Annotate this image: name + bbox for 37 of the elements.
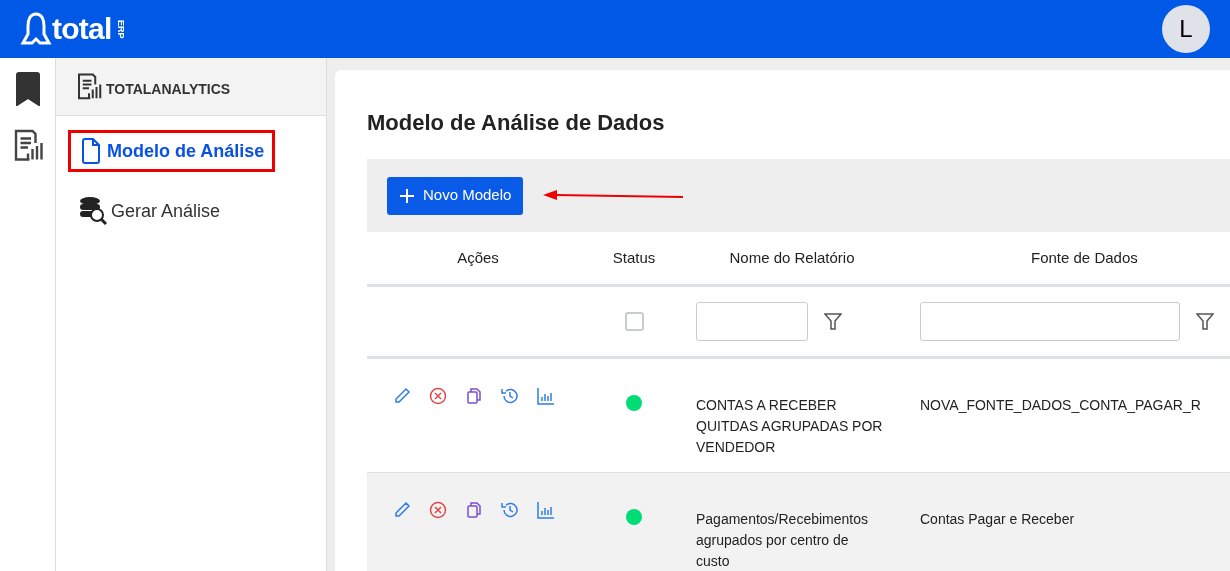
page-title: Modelo de Análise de Dados: [367, 109, 666, 137]
bar-chart-icon[interactable]: [537, 501, 555, 519]
cancel-icon[interactable]: [429, 501, 447, 519]
sidebar-item[interactable]: Gerar Análise: [68, 190, 232, 232]
report-name-cell-text: CONTAS A RECEBER QUITDAS AGRUPADAS POR VENDEDOR: [696, 396, 884, 457]
filter-icon[interactable]: [1196, 312, 1214, 331]
column-header: Fonte de Dados: [1030, 247, 1139, 268]
bell-logo-icon: [20, 11, 52, 47]
edit-icon[interactable]: [393, 387, 411, 405]
edit-icon[interactable]: [393, 501, 411, 519]
source-filter-field[interactable]: [920, 302, 1180, 341]
bookmark-icon[interactable]: [14, 72, 41, 106]
cancel-icon[interactable]: [429, 387, 447, 405]
history-icon[interactable]: [501, 501, 519, 519]
history-icon[interactable]: [501, 387, 519, 405]
column-header: Nome do Relatório: [728, 247, 856, 268]
copy-icon[interactable]: [465, 501, 483, 519]
data-source-cell-text: NOVA_FONTE_DADOS_CONTA_PAGAR_R: [920, 396, 1202, 415]
new-model-button[interactable]: Novo Modelo: [387, 176, 524, 215]
data-source-cell-text: Contas Pagar e Receber: [920, 510, 1076, 529]
filter-icon[interactable]: [824, 312, 842, 331]
table-row[interactable]: Pagamentos/Recebimentos agrupados por centro de custo Contas Pagar e Receber: [367, 473, 1230, 571]
logo-suffix-text: ERP: [115, 19, 128, 39]
copy-icon[interactable]: [465, 387, 483, 405]
document-icon: [79, 138, 103, 164]
name-filter-field[interactable]: [696, 302, 808, 341]
database-search-icon: [79, 196, 107, 226]
logo-text: total: [52, 14, 112, 44]
status-checkbox[interactable]: [624, 312, 644, 331]
column-header: Status: [611, 247, 657, 268]
sidebar-title: TOTALANALYTICS: [106, 80, 231, 99]
user-avatar[interactable]: L: [1162, 5, 1210, 53]
sidebar-item[interactable]: Modelo de Análise: [68, 130, 276, 172]
bar-chart-icon[interactable]: [537, 387, 555, 405]
column-header: Ações: [456, 247, 500, 268]
report-name-cell-text: Pagamentos/Recebimentos agrupados por centro de custo: [696, 510, 869, 571]
plus-icon: [399, 187, 415, 204]
